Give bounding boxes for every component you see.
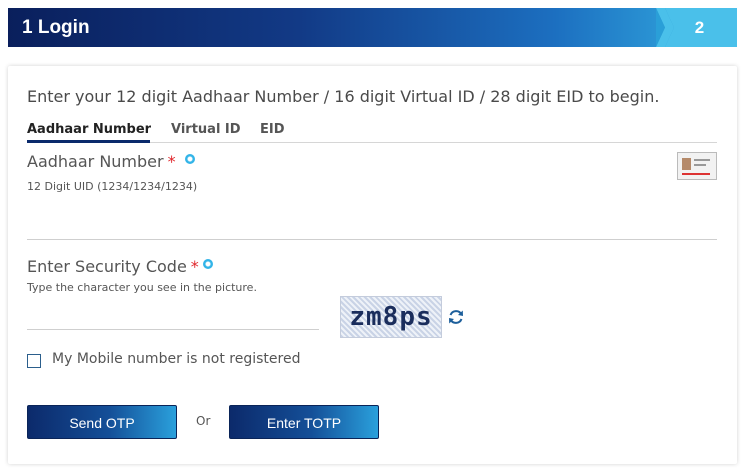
step-2: 2 [674, 8, 737, 47]
required-asterisk: * [167, 152, 176, 171]
step-arrow-separator [656, 8, 674, 47]
security-code-hint: Type the character you see in the pictur… [27, 281, 257, 294]
aadhaar-card-image [677, 152, 717, 180]
tab-aadhaar-number[interactable]: Aadhaar Number [27, 122, 151, 137]
aadhaar-number-label: Aadhaar Number * [27, 152, 176, 171]
mobile-not-registered-checkbox[interactable] [27, 354, 41, 368]
send-otp-button[interactable]: Send OTP [27, 405, 177, 439]
security-code-input[interactable] [27, 329, 319, 330]
aadhaar-number-hint: 12 Digit UID (1234/1234/1234) [27, 180, 198, 193]
info-icon[interactable] [203, 259, 213, 269]
captcha-image: zm8ps [340, 296, 442, 338]
tab-eid[interactable]: EID [260, 122, 285, 137]
step-1-login: 1 Login [22, 17, 90, 38]
id-type-tabs: Aadhaar Number Virtual ID EID [27, 122, 717, 143]
tab-virtual-id[interactable]: Virtual ID [171, 122, 241, 137]
active-tab-indicator [27, 140, 150, 143]
enter-totp-button[interactable]: Enter TOTP [229, 405, 379, 439]
login-card: Enter your 12 digit Aadhaar Number / 16 … [8, 66, 737, 464]
refresh-icon[interactable] [446, 307, 466, 327]
or-separator: Or [196, 414, 211, 428]
mobile-not-registered-label: My Mobile number is not registered [52, 351, 301, 367]
required-asterisk: * [190, 257, 199, 276]
step-header: 1 Login 2 [8, 8, 737, 47]
aadhaar-number-input[interactable] [27, 239, 717, 240]
intro-text: Enter your 12 digit Aadhaar Number / 16 … [27, 87, 660, 106]
info-icon[interactable] [185, 154, 195, 164]
security-code-label: Enter Security Code * [27, 257, 199, 276]
